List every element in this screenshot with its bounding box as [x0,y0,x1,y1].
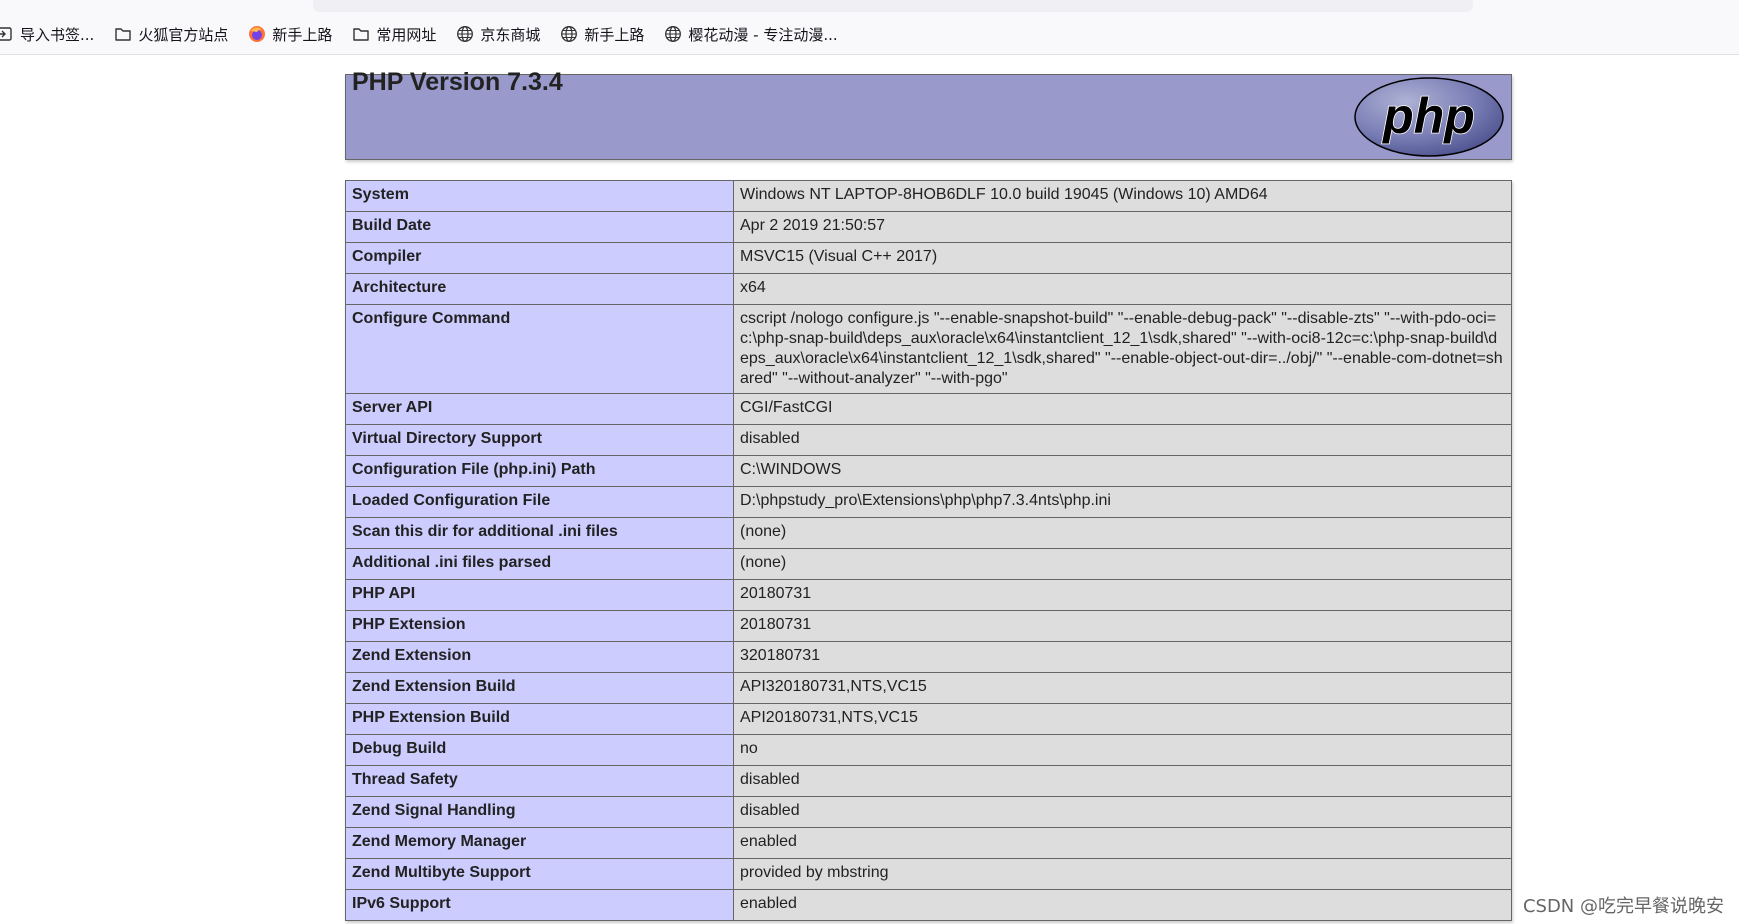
bookmark-getting-started-2[interactable]: 新手上路 [560,24,644,45]
bookmark-label: 导入书签... [20,25,95,44]
page-title: PHP Version 7.3.4 [352,68,563,96]
bookmark-label: 新手上路 [584,25,645,44]
table-row: Thread Safety disabled [345,765,1512,797]
table-row: Zend Multibyte Support provided by mbstri… [345,858,1512,890]
table-row: Architecture x64 [345,273,1512,305]
import-icon [0,25,14,43]
bookmark-label: 樱花动漫 - 专注动漫... [688,25,838,44]
globe-icon [456,25,474,43]
table-row: PHP Extension 20180731 [345,610,1512,642]
setting-value: disabled [733,796,1512,828]
bookmark-label: 新手上路 [272,25,333,44]
setting-value: MSVC15 (Visual C++ 2017) [733,242,1512,274]
setting-name: Debug Build [345,734,734,766]
setting-name: Zend Memory Manager [345,827,734,859]
setting-value: 20180731 [733,579,1512,611]
info-table: System Windows NT LAPTOP-8HOB6DLF 10.0 bu… [345,180,1512,921]
bookmark-label: 火狐官方站点 [138,25,229,44]
bookmark-common-sites[interactable]: 常用网址 [352,24,436,45]
folder-icon [352,25,370,43]
setting-name: PHP Extension Build [345,703,734,735]
setting-name: Thread Safety [345,765,734,797]
setting-name: PHP API [345,579,734,611]
table-row: Configuration File (php.ini) Path C:\WIND… [345,455,1512,487]
table-row: Loaded Configuration File D:\phpstudy_pro… [345,486,1512,518]
header-cell: php PHP Version 7.3.4 [345,68,1512,160]
globe-icon [560,25,578,43]
setting-value: disabled [733,765,1512,797]
table-row: Additional .ini files parsed (none) [345,548,1512,580]
setting-name: System [345,180,734,212]
table-row: System Windows NT LAPTOP-8HOB6DLF 10.0 bu… [345,180,1512,212]
bookmark-sakura-anime[interactable]: 樱花动漫 - 专注动漫... [664,24,838,45]
setting-value: C:\WINDOWS [733,455,1512,487]
table-row: Server API CGI/FastCGI [345,393,1512,425]
bookmark-import[interactable]: 导入书签... [0,24,94,45]
table-row: Zend Signal Handling disabled [345,796,1512,828]
setting-name: Virtual Directory Support [345,424,734,456]
setting-value: no [733,734,1512,766]
table-row: Zend Extension Build API320180731,NTS,VC1… [345,672,1512,704]
setting-value: enabled [733,889,1512,921]
setting-name: Zend Signal Handling [345,796,734,828]
table-row: Configure Command cscript /nologo configu… [345,304,1512,394]
table-row: Zend Extension 320180731 [345,641,1512,673]
table-row: IPv6 Support enabled [345,889,1512,921]
watermark: CSDN @吃完早餐说晚安 [1522,892,1724,918]
setting-name: Configuration File (php.ini) Path [345,455,734,487]
setting-value: API20180731,NTS,VC15 [733,703,1512,735]
phpinfo-content: php PHP Version 7.3.4 System Windows NT L… [345,68,1512,921]
setting-value: provided by mbstring [733,858,1512,890]
setting-value: (none) [733,517,1512,549]
version-header: php PHP Version 7.3.4 [345,68,1512,160]
setting-value: disabled [733,424,1512,456]
browser-toolbar [0,0,1739,14]
bookmark-getting-started[interactable]: 新手上路 [248,24,332,45]
setting-value: API320180731,NTS,VC15 [733,672,1512,704]
bookmark-jd[interactable]: 京东商城 [456,24,540,45]
folder-icon [114,25,132,43]
setting-value: D:\phpstudy_pro\Extensions\php\php7.3.4n… [733,486,1512,518]
table-row: Compiler MSVC15 (Visual C++ 2017) [345,242,1512,274]
setting-name: Architecture [345,273,734,305]
setting-value: 320180731 [733,641,1512,673]
bookmark-label: 京东商城 [480,25,541,44]
setting-name: Server API [345,393,734,425]
globe-icon [664,25,682,43]
setting-name: Build Date [345,211,734,243]
setting-value: x64 [733,273,1512,305]
bookmarks-toolbar: 导入书签... 火狐官方站点 新手上路 常用网址 京东商城 新手上路 樱花动漫 … [0,14,1739,55]
setting-value: (none) [733,548,1512,580]
setting-name: Zend Multibyte Support [345,858,734,890]
setting-name: Zend Extension Build [345,672,734,704]
table-row: PHP API 20180731 [345,579,1512,611]
setting-value: enabled [733,827,1512,859]
table-row: PHP Extension Build API20180731,NTS,VC15 [345,703,1512,735]
setting-name: Compiler [345,242,734,274]
setting-value: CGI/FastCGI [733,393,1512,425]
table-row: Zend Memory Manager enabled [345,827,1512,859]
setting-name: IPv6 Support [345,889,734,921]
table-row: Virtual Directory Support disabled [345,424,1512,456]
setting-name: Zend Extension [345,641,734,673]
table-row: Debug Build no [345,734,1512,766]
table-row: Scan this dir for additional .ini files(… [345,517,1512,549]
setting-value: Apr 2 2019 21:50:57 [733,211,1512,243]
setting-value: Windows NT LAPTOP-8HOB6DLF 10.0 build 19… [733,180,1512,212]
setting-name: PHP Extension [345,610,734,642]
bookmark-label: 常用网址 [376,25,437,44]
table-row: Build Date Apr 2 2019 21:50:57 [345,211,1512,243]
setting-name: Configure Command [345,304,734,394]
bookmark-firefox-official[interactable]: 火狐官方站点 [114,24,228,45]
setting-value: 20180731 [733,610,1512,642]
firefox-icon [248,25,266,43]
setting-name: Additional .ini files parsed [345,548,734,580]
setting-name: Loaded Configuration File [345,486,734,518]
setting-value: cscript /nologo configure.js "--enable-s… [733,304,1512,394]
setting-name: Scan this dir for additional .ini files [345,517,734,549]
address-bar[interactable] [313,0,1473,12]
